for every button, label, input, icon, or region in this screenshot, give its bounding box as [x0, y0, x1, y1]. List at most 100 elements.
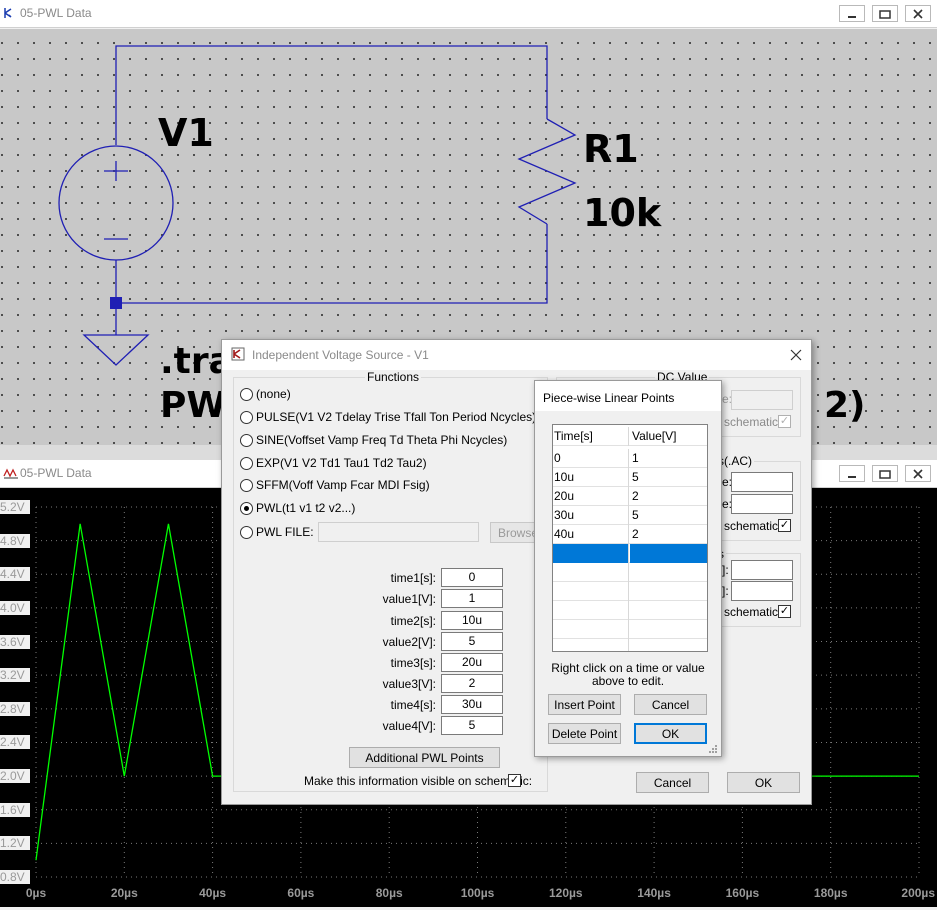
value1-field[interactable]: 1: [441, 589, 503, 608]
cancel-button[interactable]: Cancel: [636, 772, 709, 793]
value-cell[interactable]: 1: [630, 449, 707, 468]
value-cell[interactable]: 5: [630, 468, 707, 487]
table-row[interactable]: 30u 5: [553, 506, 707, 525]
table-row-empty[interactable]: [553, 639, 707, 651]
spice-directive-line2[interactable]: PW: [160, 385, 226, 426]
radio-exp[interactable]: EXP(V1 V2 Td1 Tau1 Td2 Tau2): [240, 455, 427, 471]
pwl-cancel-button[interactable]: Cancel: [634, 694, 707, 715]
time-cell[interactable]: 10u: [553, 468, 629, 487]
time1-field[interactable]: 0: [441, 568, 503, 587]
y-tick-label: 4.0V: [0, 600, 30, 615]
bottom-wire: [115, 224, 548, 304]
ltspice-app-icon: [231, 347, 245, 361]
resistor-label[interactable]: R1: [583, 127, 639, 171]
plot-restore-button[interactable]: [872, 465, 898, 482]
radio-button[interactable]: [240, 478, 253, 492]
value-cell[interactable]: 2: [630, 525, 707, 544]
time4-label: time4[s]:: [390, 698, 436, 712]
resistor-value[interactable]: 10k: [583, 191, 661, 235]
pwl-hint: Right click on a time or value above to …: [534, 662, 722, 688]
close-icon[interactable]: [790, 349, 802, 361]
table-row-empty[interactable]: [553, 582, 707, 601]
radio-button-selected[interactable]: [240, 501, 253, 515]
time2-field[interactable]: 10u: [441, 611, 503, 630]
radio-button[interactable]: [240, 525, 253, 539]
radio-sine[interactable]: SINE(Voffset Vamp Freq Td Theta Phi Ncyc…: [240, 432, 507, 448]
time1-label: time1[s]:: [390, 571, 436, 585]
radio-pwl[interactable]: PWL(t1 v1 t2 v2...): [240, 500, 355, 516]
delete-point-button[interactable]: Delete Point: [548, 723, 621, 744]
table-row-empty[interactable]: [553, 563, 707, 582]
dc-value-input[interactable]: [731, 390, 793, 410]
time-cell[interactable]: 30u: [553, 506, 629, 525]
table-row-empty[interactable]: [553, 620, 707, 639]
radio-label: SINE(Voffset Vamp Freq Td Theta Phi Ncyc…: [256, 433, 508, 447]
y-tick-label: 1.6V: [0, 802, 30, 817]
radio-button[interactable]: [240, 387, 253, 401]
spice-directive-tail[interactable]: 2): [824, 385, 866, 426]
pwl-points-table[interactable]: Time[s] Value[V] 0 1 10u 5 20u 2 30u 5 4…: [552, 424, 708, 652]
column-header-value[interactable]: Value[V]: [630, 427, 707, 446]
time4-field[interactable]: 30u: [441, 695, 503, 714]
pwl-dialog-title: Piece-wise Linear Points: [543, 391, 675, 405]
radio-button[interactable]: [240, 410, 253, 424]
time3-field[interactable]: 20u: [441, 653, 503, 672]
pwl-dialog-titlebar[interactable]: Piece-wise Linear Points: [535, 381, 721, 411]
time-cell[interactable]: [553, 544, 629, 563]
radio-button[interactable]: [240, 433, 253, 447]
time-cell[interactable]: 40u: [553, 525, 629, 544]
radio-pwl-file[interactable]: PWL FILE:: [240, 524, 314, 540]
resize-grip-icon[interactable]: [708, 744, 718, 754]
table-row-selected[interactable]: [553, 544, 707, 563]
functions-group-title: Functions: [365, 370, 422, 384]
time-cell[interactable]: 0: [553, 449, 629, 468]
x-tick-label: 200µs: [901, 886, 935, 900]
ok-button[interactable]: OK: [727, 772, 800, 793]
series-resistance-input[interactable]: [731, 560, 793, 580]
minimize-button[interactable]: [839, 5, 865, 22]
parallel-capacitance-label-partial: ]:: [722, 584, 729, 598]
ac-phase-input[interactable]: [731, 494, 793, 514]
x-tick-label: 160µs: [725, 886, 760, 900]
insert-point-button[interactable]: Insert Point: [548, 694, 621, 715]
visible-on-schematic-checkbox[interactable]: ✓: [508, 774, 521, 787]
dialog-titlebar[interactable]: Independent Voltage Source - V1: [222, 340, 811, 370]
value-cell[interactable]: 5: [630, 506, 707, 525]
time-cell[interactable]: 20u: [553, 487, 629, 506]
value3-field[interactable]: 2: [441, 674, 503, 693]
ac-schematic-checkbox[interactable]: ✓: [778, 519, 791, 532]
source-label[interactable]: V1: [158, 111, 214, 155]
radio-sffm[interactable]: SFFM(Voff Vamp Fcar MDI Fsig): [240, 477, 430, 493]
close-icon: [913, 468, 923, 479]
ac-amplitude-input[interactable]: [731, 472, 793, 492]
parasitic-schematic-checkbox[interactable]: ✓: [778, 605, 791, 618]
additional-pwl-points-button[interactable]: Additional PWL Points: [349, 747, 500, 768]
pwl-hint-line2: above to edit.: [591, 674, 665, 688]
table-row[interactable]: 20u 2: [553, 487, 707, 506]
radio-pulse[interactable]: PULSE(V1 V2 Tdelay Trise Tfall Ton Perio…: [240, 409, 536, 425]
schematic-window-title: 05-PWL Data: [20, 6, 92, 20]
parallel-capacitance-input[interactable]: [731, 581, 793, 601]
value-cell[interactable]: [630, 544, 707, 563]
browse-button[interactable]: Browse: [490, 522, 536, 543]
close-button[interactable]: [905, 5, 931, 22]
plot-minimize-button[interactable]: [839, 465, 865, 482]
restore-button[interactable]: [872, 5, 898, 22]
dc-schematic-checkbox[interactable]: ✓: [778, 415, 791, 428]
pwl-file-input[interactable]: [318, 522, 479, 542]
y-tick-label: 3.6V: [0, 634, 30, 649]
radio-none[interactable]: (none): [240, 386, 291, 402]
radio-button[interactable]: [240, 456, 253, 470]
pwl-ok-button[interactable]: OK: [634, 723, 707, 744]
table-row[interactable]: 0 1: [553, 449, 707, 468]
value2-field[interactable]: 5: [441, 632, 503, 651]
table-row[interactable]: 40u 2: [553, 525, 707, 544]
table-row[interactable]: 10u 5: [553, 468, 707, 487]
value-cell[interactable]: 2: [630, 487, 707, 506]
restore-icon: [879, 469, 891, 479]
column-header-time[interactable]: Time[s]: [553, 427, 629, 446]
plot-close-button[interactable]: [905, 465, 931, 482]
table-row-empty[interactable]: [553, 601, 707, 620]
schematic-window-titlebar[interactable]: 05-PWL Data: [0, 0, 937, 28]
value4-field[interactable]: 5: [441, 716, 503, 735]
